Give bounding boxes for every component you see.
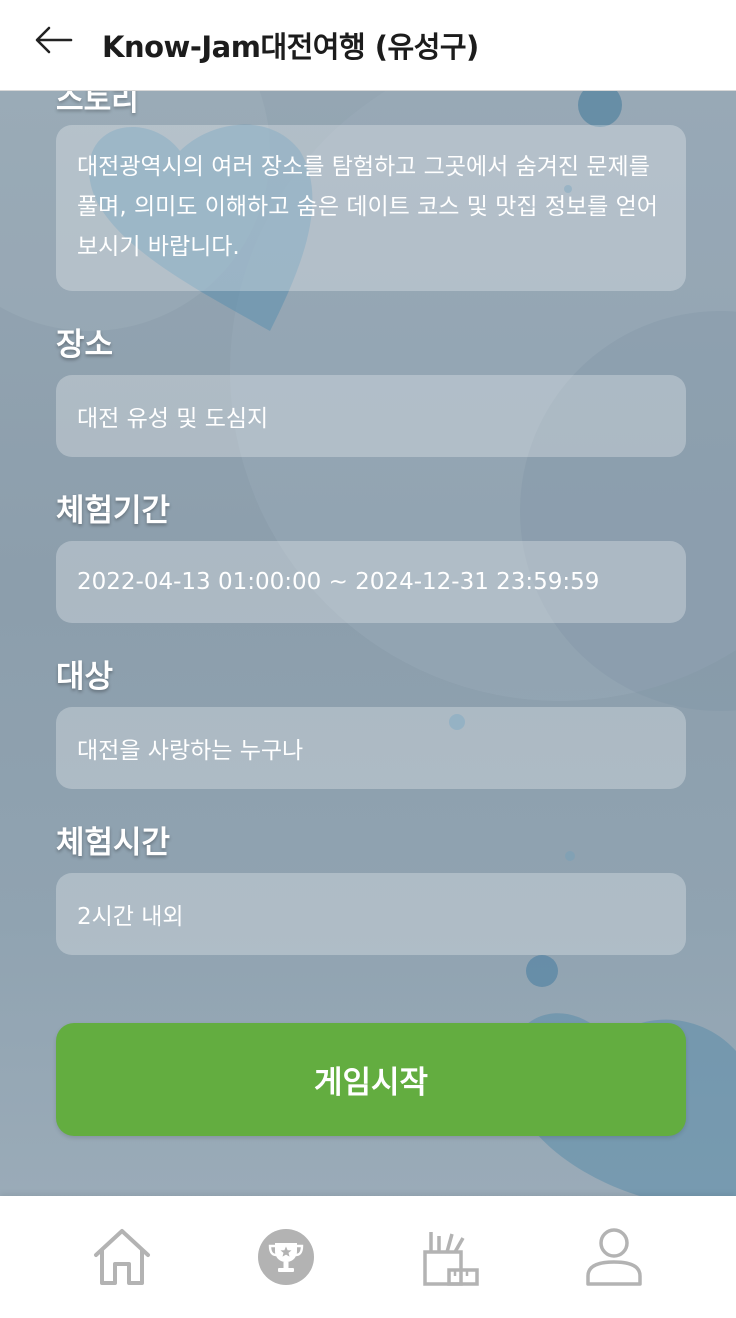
place-box: 대전 유성 및 도심지 xyxy=(56,375,686,457)
nav-tools[interactable] xyxy=(405,1212,495,1302)
story-label: 스토리 xyxy=(56,91,139,118)
duration-value: 2시간 내외 xyxy=(77,904,184,930)
nav-home[interactable] xyxy=(77,1212,167,1302)
target-value: 대전을 사랑하는 누구나 xyxy=(77,738,304,764)
arrow-left-icon xyxy=(35,26,73,54)
bottom-nav xyxy=(0,1196,736,1318)
duration-label: 체험시간 xyxy=(56,825,171,861)
story-box: 대전광역시의 여러 장소를 탐험하고 그곳에서 숨겨진 문제를 풀며, 의미도 … xyxy=(56,125,686,291)
nav-profile[interactable] xyxy=(569,1212,659,1302)
page-title: Know-Jam대전여행 (유성구) xyxy=(102,30,479,64)
story-text: 대전광역시의 여러 장소를 탐험하고 그곳에서 숨겨진 문제를 풀며, 의미도 … xyxy=(77,154,658,260)
target-label: 대상 xyxy=(56,659,114,695)
pencil-cup-icon xyxy=(423,1232,479,1286)
period-box: 2022-04-13 01:00:00 ~ 2024-12-31 23:59:5… xyxy=(56,541,686,623)
place-label: 장소 xyxy=(56,327,114,363)
trophy-icon xyxy=(258,1229,314,1285)
app-bar: Know-Jam대전여행 (유성구) xyxy=(0,0,736,91)
period-label: 체험기간 xyxy=(56,493,171,529)
period-value: 2022-04-13 01:00:00 ~ 2024-12-31 23:59:5… xyxy=(77,569,600,595)
back-button[interactable] xyxy=(28,18,78,62)
place-value: 대전 유성 및 도심지 xyxy=(77,406,269,432)
nav-ranking[interactable] xyxy=(241,1212,331,1302)
content-area[interactable]: 스토리 대전광역시의 여러 장소를 탐험하고 그곳에서 숨겨진 문제를 풀며, … xyxy=(0,91,736,1196)
target-box: 대전을 사랑하는 누구나 xyxy=(56,707,686,789)
home-icon xyxy=(94,1229,150,1285)
duration-box: 2시간 내외 xyxy=(56,873,686,955)
start-game-button[interactable]: 게임시작 xyxy=(56,1023,686,1136)
user-icon xyxy=(586,1228,642,1286)
